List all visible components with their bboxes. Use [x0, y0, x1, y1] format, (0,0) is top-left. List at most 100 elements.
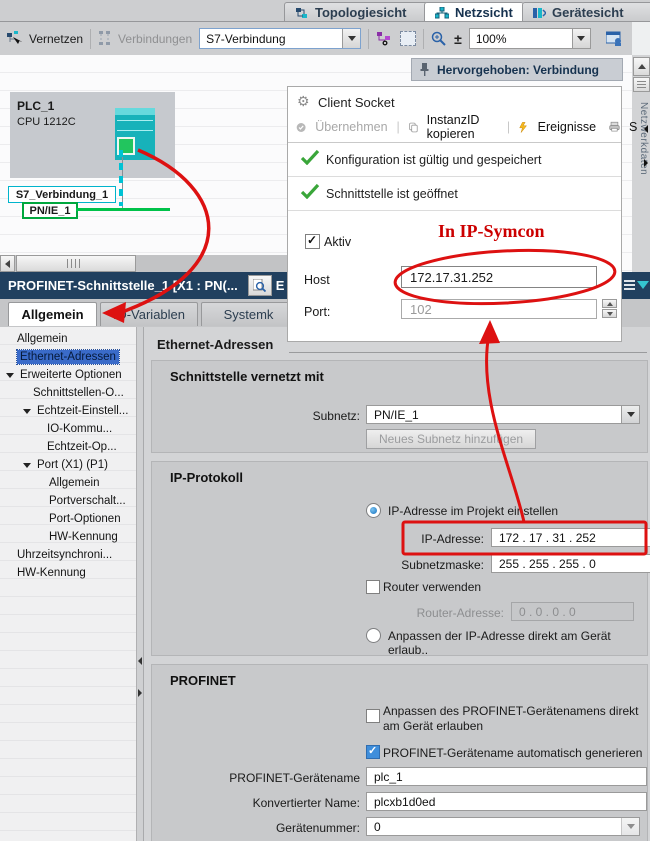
events-button[interactable]: Ereignisse — [538, 120, 596, 134]
scroll-grip — [67, 259, 81, 268]
nav-item-portverschalt[interactable]: Portverschalt... — [0, 492, 136, 510]
nav-item-schnittstellen-o[interactable]: Schnittstellen-O... — [0, 384, 136, 402]
nav-item-port-optionen[interactable]: Port-Optionen — [0, 510, 136, 528]
status-config: Konfiguration ist gültig und gespeichert — [326, 153, 541, 167]
copy-instance-button[interactable]: InstanzID kopieren — [427, 113, 498, 141]
nav-item-allgemein[interactable]: Allgemein — [0, 474, 136, 492]
zoom-in-icon[interactable] — [431, 31, 447, 47]
dropdown-arrow[interactable] — [621, 406, 639, 423]
ip-symcon-annotation: In IP-Symcon — [438, 221, 545, 242]
adjust-name-checkbox[interactable] — [366, 709, 380, 723]
collapse-right-icon[interactable] — [644, 159, 648, 167]
subnet-label[interactable]: PN/IE_1 — [22, 202, 78, 219]
active-checkbox[interactable] — [305, 234, 320, 249]
fit-selection-icon[interactable] — [400, 31, 416, 46]
plc-device[interactable]: PLC_1 CPU 1212C — [10, 92, 175, 178]
nav-item-erweiterte-optionen[interactable]: Erweiterte Optionen — [0, 366, 136, 384]
apply-button[interactable]: Übernehmen — [315, 120, 387, 134]
port-input[interactable]: 102 — [401, 299, 597, 319]
nav-item-io-kommu[interactable]: IO-Kommu... — [0, 420, 136, 438]
tab-geraetesicht[interactable]: Gerätesicht — [522, 2, 650, 22]
panel-expand-icon[interactable] — [637, 281, 649, 289]
scroll-left-button[interactable] — [0, 255, 15, 272]
tab-systemkonstanten[interactable]: Systemk — [201, 302, 296, 326]
ip-address-field[interactable]: 172 . 17 . 31 . 252 — [491, 528, 650, 547]
tab-io-variablen-label: IO-Variablen — [113, 307, 185, 322]
use-router-checkbox[interactable] — [366, 580, 380, 594]
properties-button[interactable] — [248, 275, 272, 296]
window-user-icon[interactable] — [606, 31, 623, 46]
device-type: CPU 1212C — [17, 116, 76, 128]
tree-expand-icon[interactable] — [23, 409, 31, 414]
extra-button-partial[interactable]: S — [629, 120, 637, 134]
connection-type-combobox[interactable]: S7-Verbindung — [199, 28, 361, 49]
vscroll-thumb[interactable] — [633, 77, 650, 92]
hscroll-thumb[interactable] — [16, 255, 136, 272]
auto-generate-checkbox[interactable] — [366, 745, 380, 759]
verbindungen-icon[interactable] — [98, 31, 111, 46]
vernetzen-icon[interactable] — [6, 31, 22, 46]
host-input[interactable]: 172.17.31.252 — [401, 266, 597, 288]
zoom-fit-icon[interactable]: ± — [454, 31, 462, 47]
s7-connection-line[interactable] — [116, 150, 126, 206]
port-spinner[interactable] — [602, 299, 617, 319]
radio-ip-in-project[interactable] — [366, 503, 381, 518]
tab-allgemein[interactable]: Allgemein — [8, 302, 97, 326]
section-interface-networked: Schnittstelle vernetzt mit Subnetz: PN/I… — [151, 360, 648, 453]
subnet-line[interactable] — [76, 208, 170, 211]
nav-item-hw-kennung[interactable]: HW-Kennung — [0, 564, 136, 582]
nav-splitter[interactable] — [137, 327, 144, 841]
tree-expand-icon[interactable] — [23, 463, 31, 468]
collapse-left-icon[interactable] — [644, 125, 648, 133]
nav-item-hw-kennung[interactable]: HW-Kennung — [0, 528, 136, 546]
nav-item-label: HW-Kennung — [17, 567, 86, 579]
subnet-label: Subnetz: — [212, 409, 360, 423]
network-toolbar: Vernetzen Verbindungen S7-Verbindung ± 1… — [0, 22, 632, 55]
panel-menu-icon[interactable] — [624, 280, 635, 290]
spinner-up-button[interactable] — [602, 299, 617, 308]
s7-connection-label[interactable]: S7_Verbindung_1 — [8, 186, 116, 203]
connection-type-value: S7-Verbindung — [200, 32, 342, 46]
zoom-level-combobox[interactable]: 100% — [469, 28, 591, 49]
tab-allgemein-label: Allgemein — [21, 307, 83, 322]
add-subnet-button[interactable]: Neues Subnetz hinzufügen — [366, 429, 536, 449]
tree-expand-icon[interactable] — [6, 373, 14, 378]
nav-item-allgemein[interactable]: Allgemein — [0, 330, 136, 348]
tab-geraetesicht-label: Gerätesicht — [552, 5, 624, 20]
show-addresses-icon[interactable] — [376, 31, 393, 46]
canvas-hscrollbar[interactable] — [0, 255, 287, 272]
profinet-name-field[interactable]: plc_1 — [366, 767, 647, 786]
subnet-dropdown[interactable]: PN/IE_1 — [366, 405, 640, 424]
splitter-collapse-right-icon[interactable] — [138, 689, 142, 697]
subnet-mask-field[interactable]: 255 . 255 . 255 . 0 — [491, 554, 650, 573]
toolbar-separator — [90, 29, 91, 49]
combobox-arrow[interactable] — [342, 29, 360, 48]
nav-item-label: Uhrzeitsynchroni... — [17, 549, 112, 561]
nav-item-echtzeit-einstell[interactable]: Echtzeit-Einstell... — [0, 402, 136, 420]
profinet-name-label: PROFINET-Gerätename — [188, 771, 360, 785]
vernetzen-button[interactable]: Vernetzen — [29, 32, 83, 46]
radio-ip-in-project-label: IP-Adresse im Projekt einstellen — [388, 504, 558, 518]
tab-io-variablen[interactable]: IO-Variablen — [100, 302, 198, 326]
auto-generate-label: PROFINET-Gerätename automatisch generier… — [383, 746, 642, 760]
tab-netzsicht[interactable]: Netzsicht — [424, 2, 524, 22]
zoom-level-value: 100% — [470, 32, 572, 46]
radio-ip-on-device[interactable] — [366, 628, 381, 643]
pin-icon[interactable] — [420, 63, 429, 76]
combobox-arrow[interactable] — [572, 29, 590, 48]
network-icon — [435, 7, 449, 19]
nav-item-ethernet-adressen[interactable]: Ethernet-Adressen — [0, 348, 136, 366]
tab-topologiesicht[interactable]: Topologiesicht — [284, 2, 428, 22]
splitter-collapse-left-icon[interactable] — [138, 657, 142, 665]
verbindungen-button[interactable]: Verbindungen — [118, 32, 192, 46]
spinner-down-button[interactable] — [602, 309, 617, 318]
scroll-up-button[interactable] — [633, 57, 650, 76]
section-ip-protocol: IP-Protokoll IP-Adresse im Projekt einst… — [151, 461, 648, 656]
converted-name-field[interactable]: plcxb1d0ed — [366, 792, 647, 811]
properties-nav-tree[interactable]: AllgemeinEthernet-AdressenErweiterte Opt… — [0, 327, 137, 841]
status-interface: Schnittstelle ist geöffnet — [326, 187, 458, 201]
nav-item-echtzeit-op[interactable]: Echtzeit-Op... — [0, 438, 136, 456]
inspector-body: AllgemeinEthernet-AdressenErweiterte Opt… — [0, 327, 650, 841]
nav-item-uhrzeitsynchroni[interactable]: Uhrzeitsynchroni... — [0, 546, 136, 564]
nav-item-port-x1-p1[interactable]: Port (X1) (P1) — [0, 456, 136, 474]
